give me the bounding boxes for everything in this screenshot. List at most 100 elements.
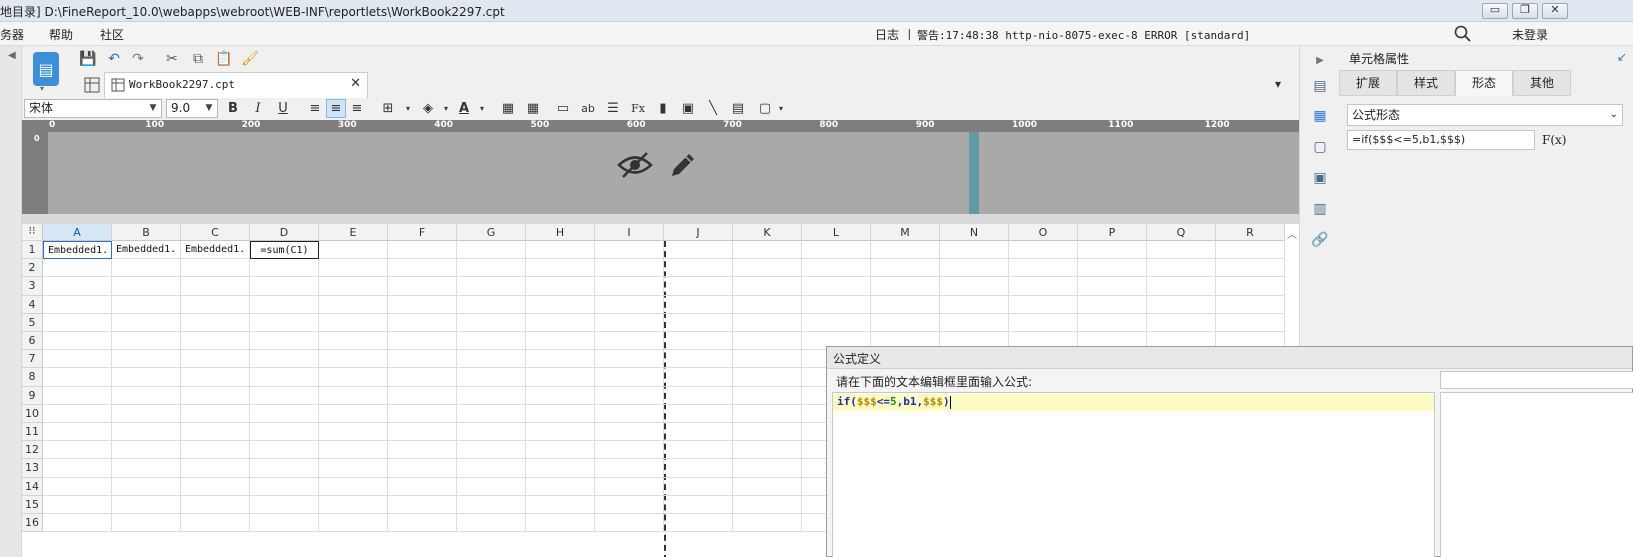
cell-h15[interactable] <box>526 495 595 514</box>
select-all-corner[interactable]: ⁝⁝ <box>22 224 43 241</box>
menu-server[interactable]: 务器 <box>0 26 24 43</box>
cell-f15[interactable] <box>388 495 457 514</box>
cell-j3[interactable] <box>664 277 733 296</box>
cell-e16[interactable] <box>319 514 388 533</box>
cell-a11[interactable] <box>43 423 112 442</box>
cell-h10[interactable] <box>526 404 595 423</box>
cell-i10[interactable] <box>595 404 664 423</box>
row-header-8[interactable]: 8 <box>22 368 43 387</box>
cell-b6[interactable] <box>112 332 181 351</box>
cell-d5[interactable] <box>250 313 319 332</box>
cell-p2[interactable] <box>1078 259 1147 278</box>
cell-i13[interactable] <box>595 459 664 478</box>
cell-n1[interactable] <box>940 241 1009 260</box>
cell-i16[interactable] <box>595 514 664 533</box>
row-header-16[interactable]: 16 <box>22 514 43 533</box>
cell-h3[interactable] <box>526 277 595 296</box>
cell-d15[interactable] <box>250 495 319 514</box>
grid-view-icon[interactable] <box>84 77 100 93</box>
cell-j8[interactable] <box>664 368 733 387</box>
cell-g15[interactable] <box>457 495 526 514</box>
cell-d13[interactable] <box>250 459 319 478</box>
subreport-icon[interactable]: ▤ <box>728 99 748 118</box>
tab-expand[interactable]: 扩展 <box>1339 70 1397 96</box>
cell-f12[interactable] <box>388 441 457 460</box>
cell-d10[interactable] <box>250 404 319 423</box>
image-icon[interactable]: ▣ <box>678 99 698 118</box>
cell-r3[interactable] <box>1216 277 1285 296</box>
cell-g12[interactable] <box>457 441 526 460</box>
cell-n5[interactable] <box>940 313 1009 332</box>
cell-g1[interactable] <box>457 241 526 260</box>
cell-e5[interactable] <box>319 313 388 332</box>
cell-l1[interactable] <box>802 241 871 260</box>
undo-icon[interactable]: ↶ <box>104 49 124 69</box>
cell-i5[interactable] <box>595 313 664 332</box>
cell-l2[interactable] <box>802 259 871 278</box>
float-element-icon[interactable]: ▢ <box>1310 137 1330 157</box>
cell-a14[interactable] <box>43 477 112 496</box>
cell-j4[interactable] <box>664 295 733 314</box>
cell-b10[interactable] <box>112 404 181 423</box>
cell-k3[interactable] <box>733 277 802 296</box>
cell-k6[interactable] <box>733 332 802 351</box>
cell-g4[interactable] <box>457 295 526 314</box>
minimize-button[interactable]: ▭ <box>1482 3 1508 19</box>
cell-b9[interactable] <box>112 386 181 405</box>
cell-element-icon[interactable]: ▤ <box>1310 76 1330 96</box>
cell-e6[interactable] <box>319 332 388 351</box>
formula-icon[interactable]: Fx <box>628 99 648 118</box>
row-header-1[interactable]: 1 <box>22 241 43 260</box>
column-header-j[interactable]: J <box>664 224 733 241</box>
fill-dropdown-icon[interactable]: ▾ <box>436 99 456 118</box>
chevron-up-icon[interactable]: ︿ <box>1287 226 1297 241</box>
cell-o4[interactable] <box>1009 295 1078 314</box>
cell-g14[interactable] <box>457 477 526 496</box>
row-header-14[interactable]: 14 <box>22 477 43 496</box>
cell-c12[interactable] <box>181 441 250 460</box>
cell-k4[interactable] <box>733 295 802 314</box>
cell-k14[interactable] <box>733 477 802 496</box>
cell-o2[interactable] <box>1009 259 1078 278</box>
cell-f7[interactable] <box>388 350 457 369</box>
cell-k13[interactable] <box>733 459 802 478</box>
cell-h1[interactable] <box>526 241 595 260</box>
row-header-9[interactable]: 9 <box>22 386 43 405</box>
cell-i11[interactable] <box>595 423 664 442</box>
cell-e10[interactable] <box>319 404 388 423</box>
bold-button[interactable]: B <box>223 99 243 118</box>
new-report-icon[interactable]: ▤ <box>33 52 59 86</box>
cell-d16[interactable] <box>250 514 319 533</box>
cell-p1[interactable] <box>1078 241 1147 260</box>
font-name-select[interactable]: 宋体 ▼ <box>24 99 162 118</box>
column-header-k[interactable]: K <box>733 224 802 241</box>
cell-f2[interactable] <box>388 259 457 278</box>
cell-n4[interactable] <box>940 295 1009 314</box>
cell-f6[interactable] <box>388 332 457 351</box>
align-right-button[interactable]: ≡ <box>347 99 367 118</box>
column-header-m[interactable]: M <box>871 224 940 241</box>
cell-e13[interactable] <box>319 459 388 478</box>
cell-j10[interactable] <box>664 404 733 423</box>
cell-k8[interactable] <box>733 368 802 387</box>
column-header-g[interactable]: G <box>457 224 526 241</box>
cell-c7[interactable] <box>181 350 250 369</box>
cell-a8[interactable] <box>43 368 112 387</box>
cell-f16[interactable] <box>388 514 457 533</box>
cell-a6[interactable] <box>43 332 112 351</box>
column-header-i[interactable]: I <box>595 224 664 241</box>
cell-a9[interactable] <box>43 386 112 405</box>
cell-q5[interactable] <box>1147 313 1216 332</box>
cell-h16[interactable] <box>526 514 595 533</box>
cell-i15[interactable] <box>595 495 664 514</box>
hyperlink-icon[interactable]: 🔗 <box>1310 230 1330 250</box>
column-header-r[interactable]: R <box>1216 224 1285 241</box>
collapse-left-icon[interactable]: ◀ <box>8 50 16 61</box>
cell-i6[interactable] <box>595 332 664 351</box>
cell-b16[interactable] <box>112 514 181 533</box>
cell-a12[interactable] <box>43 441 112 460</box>
cell-d2[interactable] <box>250 259 319 278</box>
cell-a10[interactable] <box>43 404 112 423</box>
cell-g3[interactable] <box>457 277 526 296</box>
cell-c13[interactable] <box>181 459 250 478</box>
